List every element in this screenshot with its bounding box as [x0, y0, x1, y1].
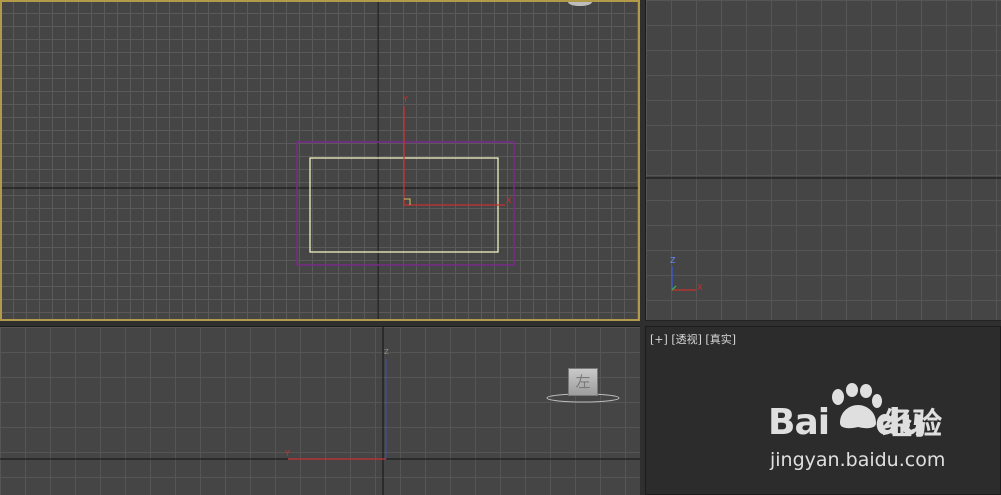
tripod-z-label: Z [670, 256, 676, 265]
gizmo-x-label: X [506, 196, 512, 205]
local-z-label: Z [384, 348, 389, 356]
front-viewport-canvas [646, 177, 1001, 291]
front-viewport[interactable]: Z X [645, 0, 1001, 320]
viewcube-left-face[interactable]: 左 [568, 368, 598, 396]
left-viewport-canvas [0, 327, 640, 495]
local-y-label: Y [285, 449, 290, 458]
selection-bounding-box[interactable] [296, 141, 515, 266]
top-viewport[interactable]: Y X [0, 0, 640, 321]
watermark-product: 经验 [882, 407, 942, 442]
top-viewport-canvas [2, 2, 638, 319]
gizmo-plane-handle[interactable] [404, 198, 411, 205]
viewport-view-menu[interactable]: [透视] [671, 331, 702, 347]
viewcube-edge-indicator[interactable] [568, 2, 592, 6]
viewport-shading-menu[interactable]: [真实] [705, 331, 736, 347]
left-viewport[interactable]: Z Y 左 [0, 326, 640, 495]
viewport-divider-horizontal[interactable] [0, 321, 1001, 326]
tripod-x-label: X [697, 283, 703, 292]
watermark-url: jingyan.baidu.com [770, 449, 946, 471]
viewcube-face-label: 左 [575, 373, 591, 391]
gizmo-y-label: Y [403, 95, 408, 104]
viewport-menu-plus[interactable]: [+] [650, 333, 668, 346]
viewport-label: [+] [透视] [真实] [650, 331, 736, 347]
max-viewport-layout: Y X Z X Z Y 左 [+] [透视] [真实] Bai du 经验 ji… [0, 0, 1001, 495]
viewport-divider-vertical[interactable] [640, 0, 645, 495]
